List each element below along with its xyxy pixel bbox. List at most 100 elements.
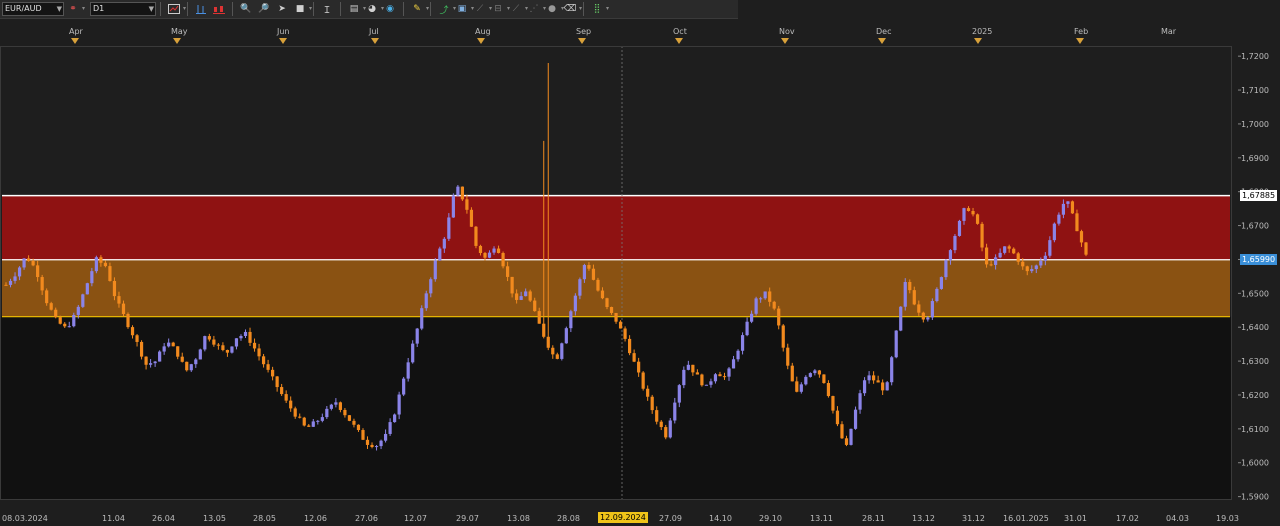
candle-body	[388, 422, 392, 434]
candle-body	[438, 248, 442, 261]
date-label: 13.12	[912, 514, 935, 523]
eraser-icon[interactable]: ⌫	[563, 2, 582, 16]
candle-body	[890, 357, 894, 383]
candle-body	[587, 265, 591, 269]
candle-body	[804, 376, 808, 385]
candle-body	[203, 336, 207, 350]
candle-chart-icon[interactable]	[212, 2, 226, 16]
candle-body	[45, 290, 49, 304]
candle-body	[537, 311, 541, 324]
candle-body	[329, 404, 333, 409]
candle-body	[302, 417, 306, 426]
fib-tool-icon[interactable]: ⋰	[527, 2, 547, 16]
candle-body	[542, 323, 546, 337]
candle-body	[1021, 261, 1025, 267]
channel-tool-icon[interactable]: ⊟	[491, 2, 510, 16]
ray-tool-icon[interactable]: ⟋	[509, 2, 528, 16]
price-label: 1,6400	[1241, 323, 1269, 332]
candle-body	[126, 313, 130, 328]
candle-body	[352, 420, 356, 425]
timeframe-select[interactable]: D1 ▼	[90, 2, 156, 16]
candle-body	[483, 252, 487, 258]
candle-body	[26, 258, 31, 262]
candle-body	[686, 364, 690, 370]
candle-body	[505, 266, 510, 277]
price-label: 1,6100	[1241, 425, 1269, 434]
candle-body	[637, 361, 641, 373]
candle-body	[935, 288, 939, 302]
candle-body	[58, 317, 62, 324]
candle-body	[1084, 242, 1088, 255]
zoom-out-icon[interactable]: 🔎	[257, 2, 271, 16]
month-marker-icon	[781, 38, 789, 44]
chart-type-icon[interactable]	[167, 2, 186, 16]
chain-icon[interactable]: ⚭	[66, 2, 85, 16]
candle-body	[564, 328, 568, 344]
line-tool-icon[interactable]: ⟋	[473, 2, 492, 16]
candle-body	[632, 353, 636, 362]
candle-body	[158, 351, 162, 362]
date-label: 16.01.2025	[1003, 514, 1049, 523]
candle-body	[908, 281, 912, 291]
candle-body	[736, 350, 740, 360]
folder-icon[interactable]: ▤	[347, 2, 366, 16]
candle-body	[763, 291, 767, 299]
candle-body	[551, 347, 555, 355]
symbol-select[interactable]: EUR/AUD ▼	[2, 2, 64, 16]
candle-body	[957, 220, 962, 236]
candle-body	[623, 328, 627, 339]
candle-body	[311, 421, 315, 427]
grid-icon[interactable]: ⣿	[590, 2, 609, 16]
price-label: 1,6000	[1241, 459, 1269, 468]
candle-body	[90, 271, 94, 284]
timeframe-value: D1	[93, 4, 105, 13]
month-marker-icon	[371, 38, 379, 44]
date-label: 13.11	[810, 514, 833, 523]
candle-body	[754, 298, 758, 314]
candle-body	[1003, 246, 1007, 253]
zoom-in-icon[interactable]: 🔍	[239, 2, 253, 16]
candle-body	[424, 293, 428, 309]
toolbar-separator	[403, 2, 404, 16]
candle-body	[212, 339, 216, 345]
month-marker-icon	[878, 38, 886, 44]
circle-icon[interactable]: ●	[545, 2, 564, 16]
candle-body	[853, 409, 858, 429]
candlestick-chart[interactable]	[0, 46, 1232, 500]
month-label: Jul	[369, 27, 379, 36]
candle-body	[94, 257, 98, 272]
candle-body	[117, 296, 121, 304]
pencil-icon[interactable]: ✎	[410, 2, 429, 16]
upper-zone-price-tag: 1,67885	[1240, 189, 1278, 201]
candle-body	[474, 226, 478, 246]
date-label: 12.07	[404, 514, 427, 523]
candle-body	[885, 382, 889, 391]
candle-body	[4, 284, 8, 286]
candle-body	[31, 261, 35, 266]
globe-icon[interactable]: ◉	[383, 2, 397, 16]
candle-body	[849, 428, 853, 445]
candle-body	[971, 210, 975, 215]
candle-body	[248, 331, 252, 343]
candle-body	[614, 312, 618, 322]
price-label: 1,7100	[1241, 86, 1269, 95]
candle-body	[989, 264, 993, 266]
candle-body	[813, 370, 817, 374]
month-label: Apr	[69, 27, 83, 36]
trend-tool-icon[interactable]: ⤴	[437, 2, 456, 16]
bar-chart-icon[interactable]	[194, 2, 208, 16]
cursor-icon[interactable]: ➤	[275, 2, 289, 16]
date-label: 27.09	[659, 514, 682, 523]
square-icon[interactable]: ■	[293, 2, 312, 16]
month-marker-icon	[974, 38, 982, 44]
palette-icon[interactable]: ◕	[365, 2, 384, 16]
candle-body	[478, 245, 483, 253]
text-cursor-icon[interactable]: Ｉ	[320, 2, 334, 16]
candle-body	[280, 387, 284, 395]
candle-body	[54, 309, 58, 318]
window-icon[interactable]: ▣	[455, 2, 474, 16]
candle-body	[383, 433, 388, 441]
candle-body	[8, 280, 13, 285]
candle-body	[1012, 248, 1016, 254]
candle-body	[795, 381, 799, 392]
